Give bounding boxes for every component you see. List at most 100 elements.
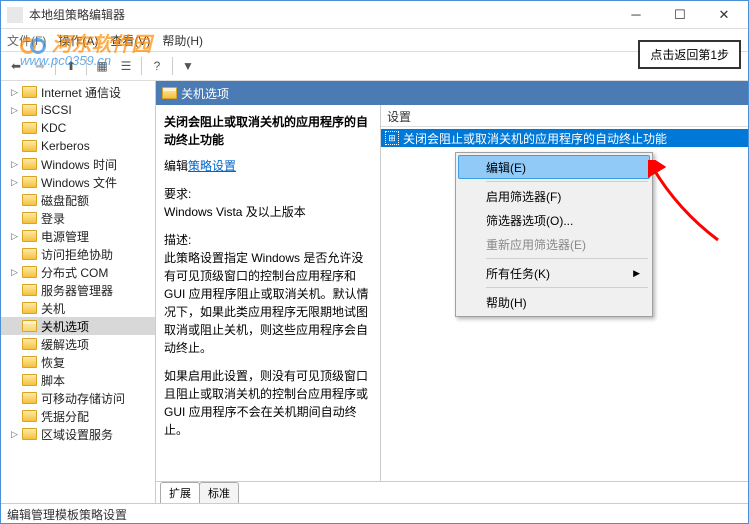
properties-icon[interactable]: ☰ — [115, 55, 137, 77]
folder-icon — [22, 320, 37, 332]
settings-column-header[interactable]: 设置 — [381, 105, 748, 127]
tree-item[interactable]: 磁盘配额 — [1, 191, 155, 209]
folder-icon — [22, 212, 37, 224]
folder-icon — [22, 356, 37, 368]
setting-row-selected[interactable]: ⊞ 关闭会阻止或取消关机的应用程序的自动终止功能 — [381, 129, 748, 147]
ctx-filter-options[interactable]: 筛选器选项(O)... — [458, 208, 650, 232]
close-button[interactable]: ✕ — [706, 4, 742, 26]
requirements-value: Windows Vista 及以上版本 — [164, 203, 372, 221]
expand-icon[interactable]: ▷ — [9, 87, 20, 98]
tree-item[interactable]: ▷区域设置服务 — [1, 425, 155, 443]
tree-item[interactable]: 关机 — [1, 299, 155, 317]
filter-icon[interactable]: ▼ — [177, 55, 199, 77]
tree-item[interactable]: ▷ Windows 文件 — [1, 173, 155, 191]
policy-icon: ⊞ — [385, 131, 399, 145]
tree-item[interactable]: 缓解选项 — [1, 335, 155, 353]
menu-help[interactable]: 帮助(H) — [162, 32, 203, 49]
folder-icon — [22, 140, 37, 152]
leaf-icon — [9, 303, 20, 314]
menu-action[interactable]: 操作(A) — [58, 32, 98, 49]
folder-icon — [22, 194, 37, 206]
tree-item-label: Kerberos — [41, 139, 90, 153]
folder-icon — [22, 392, 37, 404]
expand-icon[interactable]: ▷ — [9, 159, 20, 170]
folder-icon — [22, 302, 37, 314]
app-icon — [7, 7, 23, 23]
tree-item-label: 访问拒绝协助 — [41, 246, 113, 263]
toolbar: ⬅ ➡ ⬆ ▦ ☰ ? ▼ — [1, 51, 748, 81]
folder-icon — [22, 86, 37, 98]
tabs: 扩展 标准 — [156, 481, 748, 503]
tree-item[interactable]: 脚本 — [1, 371, 155, 389]
content-header-title: 关机选项 — [181, 85, 229, 102]
folder-icon — [22, 104, 37, 116]
folder-icon — [22, 248, 37, 260]
leaf-icon — [9, 393, 20, 404]
minimize-button[interactable]: ─ — [618, 4, 654, 26]
leaf-icon — [9, 141, 20, 152]
folder-icon — [22, 284, 37, 296]
folder-icon — [22, 176, 37, 188]
titlebar: 本地组策略编辑器 ─ ☐ ✕ — [1, 1, 748, 29]
leaf-icon — [9, 213, 20, 224]
tree-item[interactable]: 凭据分配 — [1, 407, 155, 425]
menu-file[interactable]: 文件(F) — [7, 32, 46, 49]
leaf-icon — [9, 321, 20, 332]
tree-item[interactable]: 登录 — [1, 209, 155, 227]
tree-item-label: 服务器管理器 — [41, 282, 113, 299]
tree-item-label: 分布式 COM — [41, 264, 108, 281]
menubar: 文件(F) 操作(A) 查看(V) 帮助(H) — [1, 29, 748, 51]
ctx-help[interactable]: 帮助(H) — [458, 290, 650, 314]
leaf-icon — [9, 339, 20, 350]
expand-icon[interactable]: ▷ — [9, 429, 20, 440]
tree-item[interactable]: 访问拒绝协助 — [1, 245, 155, 263]
folder-icon — [22, 338, 37, 350]
content-header: 关机选项 — [156, 81, 748, 105]
back-button[interactable]: ⬅ — [5, 55, 27, 77]
tree-item[interactable]: KDC — [1, 119, 155, 137]
window-title: 本地组策略编辑器 — [29, 6, 618, 23]
folder-icon — [22, 230, 37, 242]
tab-extended[interactable]: 扩展 — [160, 482, 200, 503]
ctx-all-tasks[interactable]: 所有任务(K)▶ — [458, 261, 650, 285]
tree-item[interactable]: 可移动存储访问 — [1, 389, 155, 407]
edit-policy-link[interactable]: 策略设置 — [188, 157, 236, 175]
leaf-icon — [9, 195, 20, 206]
tree-item[interactable]: ▷ 分布式 COM — [1, 263, 155, 281]
tree-item[interactable]: ▷Internet 通信设 — [1, 83, 155, 101]
maximize-button[interactable]: ☐ — [662, 4, 698, 26]
tree-item[interactable]: Kerberos — [1, 137, 155, 155]
tree-item[interactable]: ▷iSCSI — [1, 101, 155, 119]
up-button[interactable]: ⬆ — [60, 55, 82, 77]
description-label: 描述: — [164, 231, 372, 249]
tree-item[interactable]: 恢复 — [1, 353, 155, 371]
expand-icon[interactable]: ▷ — [9, 267, 20, 278]
tree-item[interactable]: ▷Windows 时间 — [1, 155, 155, 173]
show-hide-icon[interactable]: ▦ — [91, 55, 113, 77]
folder-icon — [22, 374, 37, 386]
tree-item-label: Windows 文件 — [41, 174, 117, 191]
expand-icon[interactable]: ▷ — [9, 231, 20, 242]
expand-icon[interactable]: ▷ — [9, 177, 20, 188]
expand-icon[interactable]: ▷ — [9, 105, 20, 116]
statusbar: 编辑管理模板策略设置 — [1, 503, 748, 523]
edit-label: 编辑 — [164, 159, 188, 173]
tree-item-label: KDC — [41, 121, 66, 135]
leaf-icon — [9, 123, 20, 134]
tree-item-label: 凭据分配 — [41, 408, 89, 425]
ctx-edit[interactable]: 编辑(E) — [458, 155, 650, 179]
help-icon[interactable]: ? — [146, 55, 168, 77]
tree-item[interactable]: 关机选项 — [1, 317, 155, 335]
leaf-icon — [9, 357, 20, 368]
leaf-icon — [9, 249, 20, 260]
tab-standard[interactable]: 标准 — [199, 482, 239, 503]
tree-item[interactable]: ▷电源管理 — [1, 227, 155, 245]
ctx-enable-filter[interactable]: 启用筛选器(F) — [458, 184, 650, 208]
folder-icon — [22, 428, 37, 440]
ctx-reapply-filter: 重新应用筛选器(E) — [458, 232, 650, 256]
tree-item[interactable]: 服务器管理器 — [1, 281, 155, 299]
tree-panel[interactable]: ▷Internet 通信设▷iSCSI KDC Kerberos ▷Windows 时… — [1, 81, 156, 503]
return-step1-callout[interactable]: 点击返回第1步 — [638, 40, 741, 69]
submenu-arrow-icon: ▶ — [633, 268, 640, 279]
menu-view[interactable]: 查看(V) — [110, 32, 150, 49]
